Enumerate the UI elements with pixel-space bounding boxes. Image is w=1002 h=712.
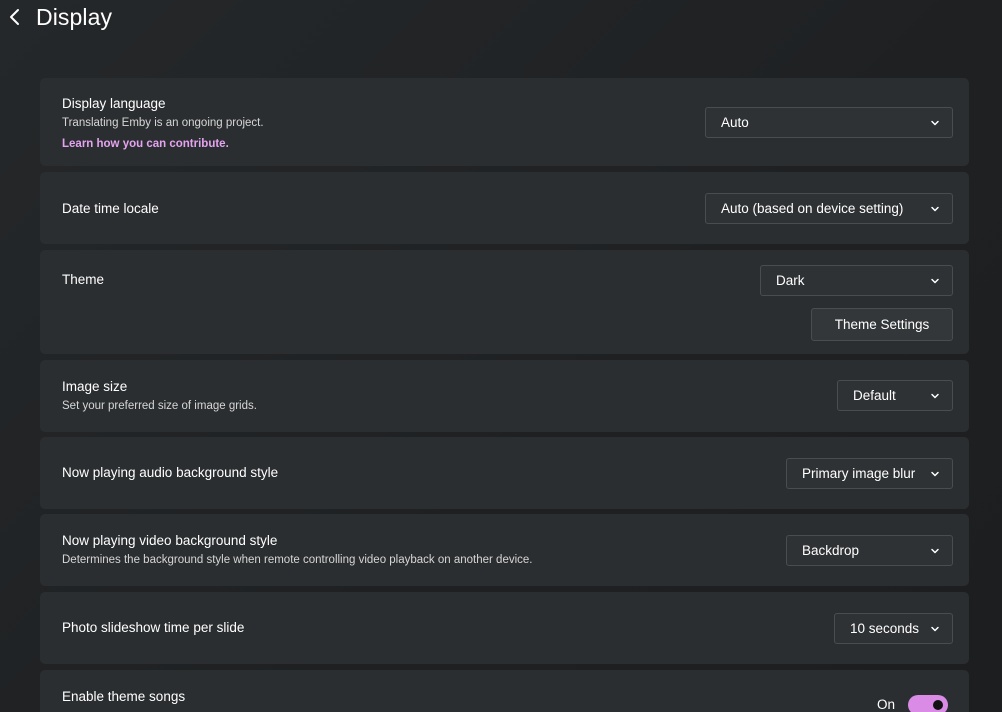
chevron-down-icon (931, 206, 939, 212)
setting-theme: Theme Dark Theme Settings (40, 250, 969, 354)
theme-songs-label: Enable theme songs (62, 689, 186, 704)
image-size-description: Set your preferred size of image grids. (62, 400, 257, 412)
image-size-value: Default (853, 388, 896, 403)
page-title: Display (36, 4, 113, 30)
theme-value: Dark (776, 273, 805, 288)
theme-songs-toggle[interactable] (908, 695, 948, 712)
audio-background-label: Now playing audio background style (62, 465, 279, 480)
chevron-down-icon (931, 393, 939, 399)
audio-background-value: Primary image blur (802, 466, 916, 481)
video-background-label: Now playing video background style (62, 533, 278, 548)
setting-theme-songs: Enable theme songs On (40, 670, 969, 712)
date-time-locale-label: Date time locale (62, 201, 159, 216)
display-settings-page: Display Display language Translating Emb… (0, 0, 1002, 712)
display-language-value: Auto (721, 115, 749, 130)
audio-background-select[interactable]: Primary image blur (786, 458, 953, 489)
display-language-description: Translating Emby is an ongoing project. (62, 117, 264, 129)
theme-select[interactable]: Dark (760, 265, 953, 296)
toggle-knob (933, 700, 943, 710)
display-language-select[interactable]: Auto (705, 107, 953, 138)
page-header: Display (0, 0, 1002, 36)
display-language-label: Display language (62, 96, 166, 111)
setting-display-language: Display language Translating Emby is an … (40, 78, 969, 166)
image-size-label: Image size (62, 379, 128, 394)
setting-slideshow-time: Photo slideshow time per slide 10 second… (40, 592, 969, 664)
chevron-down-icon (931, 626, 939, 632)
chevron-down-icon (931, 278, 939, 284)
video-background-description: Determines the background style when rem… (62, 554, 533, 566)
setting-audio-background: Now playing audio background style Prima… (40, 437, 969, 509)
image-size-select[interactable]: Default (837, 380, 953, 411)
theme-songs-toggle-state: On (877, 697, 896, 712)
chevron-left-icon (10, 9, 19, 25)
date-time-locale-value: Auto (based on device setting) (721, 201, 904, 216)
video-background-value: Backdrop (802, 543, 860, 558)
setting-video-background: Now playing video background style Deter… (40, 514, 969, 586)
video-background-select[interactable]: Backdrop (786, 535, 953, 566)
date-time-locale-select[interactable]: Auto (based on device setting) (705, 193, 953, 224)
slideshow-time-value: 10 seconds (850, 621, 920, 636)
contribute-link[interactable]: Learn how you can contribute. (62, 138, 229, 150)
setting-date-time-locale: Date time locale Auto (based on device s… (40, 172, 969, 244)
back-button[interactable] (4, 6, 26, 28)
chevron-down-icon (931, 120, 939, 126)
setting-image-size: Image size Set your preferred size of im… (40, 360, 969, 432)
slideshow-time-label: Photo slideshow time per slide (62, 620, 245, 635)
slideshow-time-select[interactable]: 10 seconds (834, 613, 953, 644)
chevron-down-icon (931, 548, 939, 554)
theme-label: Theme (62, 272, 105, 287)
chevron-down-icon (931, 471, 939, 477)
theme-settings-button[interactable]: Theme Settings (811, 308, 953, 341)
